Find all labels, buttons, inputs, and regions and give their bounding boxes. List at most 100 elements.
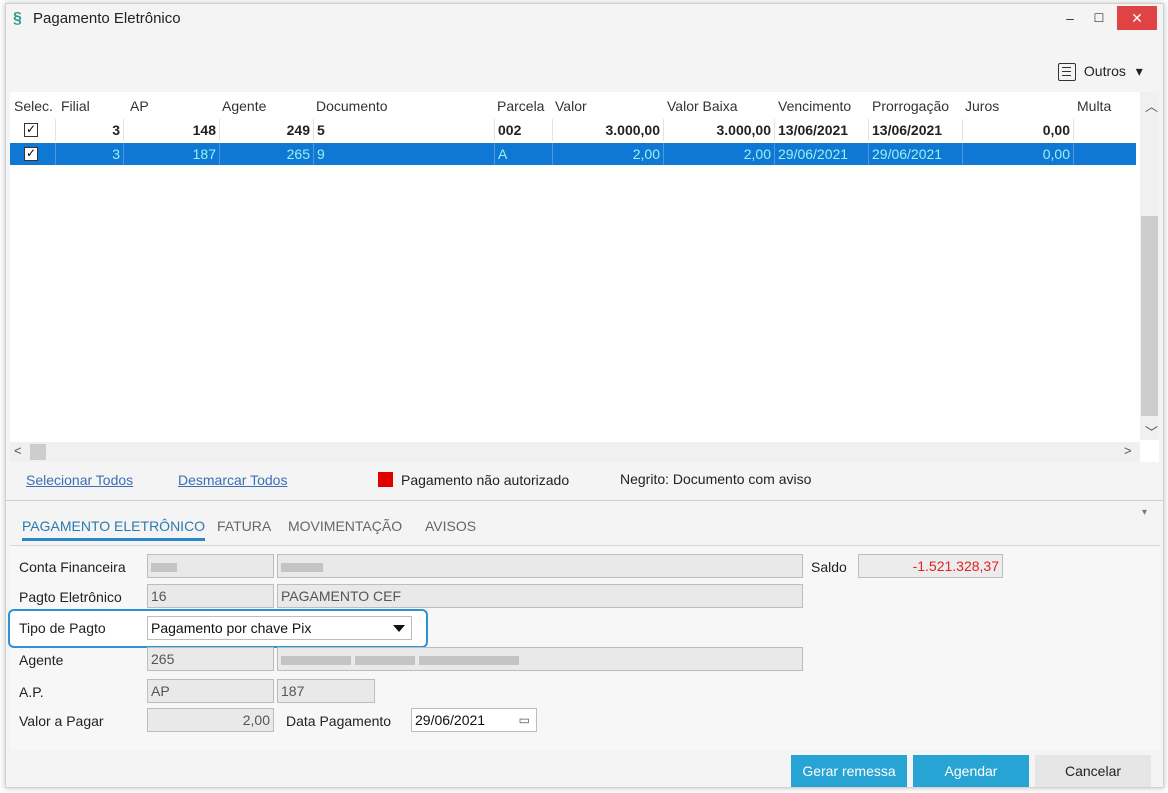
ap-number-field: 187	[277, 679, 375, 703]
scroll-left-icon[interactable]: <	[14, 443, 22, 458]
horizontal-scrollbar[interactable]: < >	[10, 442, 1140, 462]
scroll-right-icon[interactable]: >	[1124, 443, 1132, 458]
tabs-divider	[6, 500, 1163, 501]
valor-pagar-label: Valor a Pagar	[19, 713, 104, 729]
cell-documento: 9	[314, 143, 495, 165]
tab-avisos[interactable]: AVISOS	[425, 518, 476, 534]
cell-parcela: A	[495, 143, 553, 165]
scroll-down-icon[interactable]: ﹀	[1145, 422, 1158, 441]
redacted-text	[355, 655, 415, 665]
vertical-scrollbar[interactable]: ︿ ﹀	[1140, 92, 1159, 440]
tab-fatura[interactable]: FATURA	[217, 518, 271, 534]
col-prorrogacao[interactable]: Prorrogação	[872, 98, 949, 114]
data-pagamento-label: Data Pagamento	[286, 713, 392, 729]
gerar-remessa-button[interactable]: Gerar remessa	[791, 755, 907, 787]
row-select-cell: ✓	[10, 143, 56, 165]
col-juros[interactable]: Juros	[965, 98, 999, 114]
cell-prorrogacao: 13/06/2021	[869, 119, 963, 141]
cell-valor: 3.000,00	[553, 119, 664, 141]
cell-prorrogacao: 29/06/2021	[869, 143, 963, 165]
conta-financeira-code-field	[147, 554, 274, 578]
bold-legend-label: Negrito: Documento com aviso	[620, 471, 812, 487]
cell-valor: 2,00	[553, 143, 664, 165]
cell-vencimento: 13/06/2021	[775, 119, 869, 141]
chevron-down-icon: ▾	[1135, 63, 1143, 79]
vertical-scroll-thumb[interactable]	[1141, 216, 1158, 416]
maximize-button[interactable]: ☐	[1082, 6, 1116, 30]
pagto-eletronico-code-field: 16	[147, 584, 274, 608]
outros-menu-button[interactable]: Outros ▾	[1058, 60, 1143, 82]
app-logo-icon: §	[13, 10, 22, 27]
cancelar-button[interactable]: Cancelar	[1035, 755, 1151, 787]
data-pagamento-value: 29/06/2021	[415, 712, 486, 728]
tipo-pagto-select[interactable]: Pagamento por chave Pix	[147, 616, 412, 640]
payment-window: § Pagamento Eletrônico – ☐ ✕ Outros ▾ Se…	[5, 3, 1164, 788]
col-selec[interactable]: Selec.	[14, 98, 53, 114]
cell-juros: 0,00	[963, 119, 1074, 141]
unauthorized-legend-swatch	[378, 472, 393, 487]
col-agente[interactable]: Agente	[222, 98, 266, 114]
select-all-link[interactable]: Selecionar Todos	[26, 472, 133, 488]
title-bar: § Pagamento Eletrônico – ☐ ✕	[6, 4, 1163, 35]
tipo-pagto-label: Tipo de Pagto	[19, 620, 106, 636]
agente-name-field	[277, 647, 803, 671]
cell-valor-baixa: 3.000,00	[664, 119, 775, 141]
deselect-all-link[interactable]: Desmarcar Todos	[178, 472, 287, 488]
cell-parcela: 002	[495, 119, 553, 141]
cell-ap: 187	[124, 143, 220, 165]
ap-label: A.P.	[19, 684, 44, 700]
cell-agente: 265	[220, 143, 314, 165]
redacted-text	[281, 655, 351, 665]
cell-juros: 0,00	[963, 143, 1074, 165]
col-multa[interactable]: Multa	[1077, 98, 1111, 114]
ap-code-field: AP	[147, 679, 274, 703]
cell-multa	[1074, 119, 1136, 141]
col-filial[interactable]: Filial	[61, 98, 90, 114]
table-row[interactable]: ✓ 3 148 249 5 002 3.000,00 3.000,00 13/0…	[10, 119, 1136, 141]
unauthorized-legend-label: Pagamento não autorizado	[401, 472, 570, 488]
col-parcela[interactable]: Parcela	[497, 98, 544, 114]
cell-valor-baixa: 2,00	[664, 143, 775, 165]
saldo-field: -1.521.328,37	[858, 554, 1003, 578]
dropdown-arrow-icon	[393, 625, 405, 632]
data-pagamento-field[interactable]: 29/06/2021 ▭	[411, 708, 537, 732]
col-valor-baixa[interactable]: Valor Baixa	[667, 98, 738, 114]
grid-header: Selec. Filial AP Agente Documento Parcel…	[10, 92, 1136, 118]
pagto-eletronico-desc-field: PAGAMENTO CEF	[277, 584, 803, 608]
conta-financeira-desc-field	[277, 554, 803, 578]
saldo-label: Saldo	[811, 559, 847, 575]
conta-financeira-label: Conta Financeira	[19, 559, 126, 575]
list-icon	[1058, 63, 1076, 82]
cell-filial: 3	[56, 119, 124, 141]
tab-movimentacao[interactable]: MOVIMENTAÇÃO	[288, 518, 402, 534]
redacted-text	[281, 562, 323, 572]
col-vencimento[interactable]: Vencimento	[778, 98, 851, 114]
redacted-text	[151, 562, 177, 572]
outros-label: Outros	[1083, 63, 1126, 79]
cell-documento: 5	[314, 119, 495, 141]
close-button[interactable]: ✕	[1117, 6, 1157, 30]
agendar-button[interactable]: Agendar	[913, 755, 1029, 787]
window-title: Pagamento Eletrônico	[33, 10, 181, 27]
table-row-selected[interactable]: ✓ 3 187 265 9 A 2,00 2,00 29/06/2021 29/…	[10, 143, 1136, 165]
horizontal-scroll-thumb[interactable]	[30, 444, 46, 460]
pagto-eletronico-label: Pagto Eletrônico	[19, 589, 122, 605]
agente-code-field: 265	[147, 647, 274, 671]
row-checkbox[interactable]: ✓	[24, 123, 38, 137]
cell-filial: 3	[56, 143, 124, 165]
col-documento[interactable]: Documento	[316, 98, 388, 114]
agente-label: Agente	[19, 652, 64, 668]
scroll-up-icon[interactable]: ︿	[1145, 96, 1158, 115]
col-valor[interactable]: Valor	[555, 98, 587, 114]
calendar-icon[interactable]: ▭	[519, 709, 530, 731]
cell-multa	[1074, 143, 1136, 165]
tab-pagamento-eletronico[interactable]: PAGAMENTO ELETRÔNICO	[22, 518, 206, 541]
cell-agente: 249	[220, 119, 314, 141]
row-checkbox[interactable]: ✓	[24, 147, 38, 161]
col-ap[interactable]: AP	[130, 98, 149, 114]
cell-ap: 148	[124, 119, 220, 141]
collapse-caret-icon[interactable]: ▾	[1142, 507, 1147, 518]
valor-pagar-field: 2,00	[147, 708, 274, 732]
row-select-cell: ✓	[10, 119, 56, 141]
redacted-text	[419, 655, 519, 665]
